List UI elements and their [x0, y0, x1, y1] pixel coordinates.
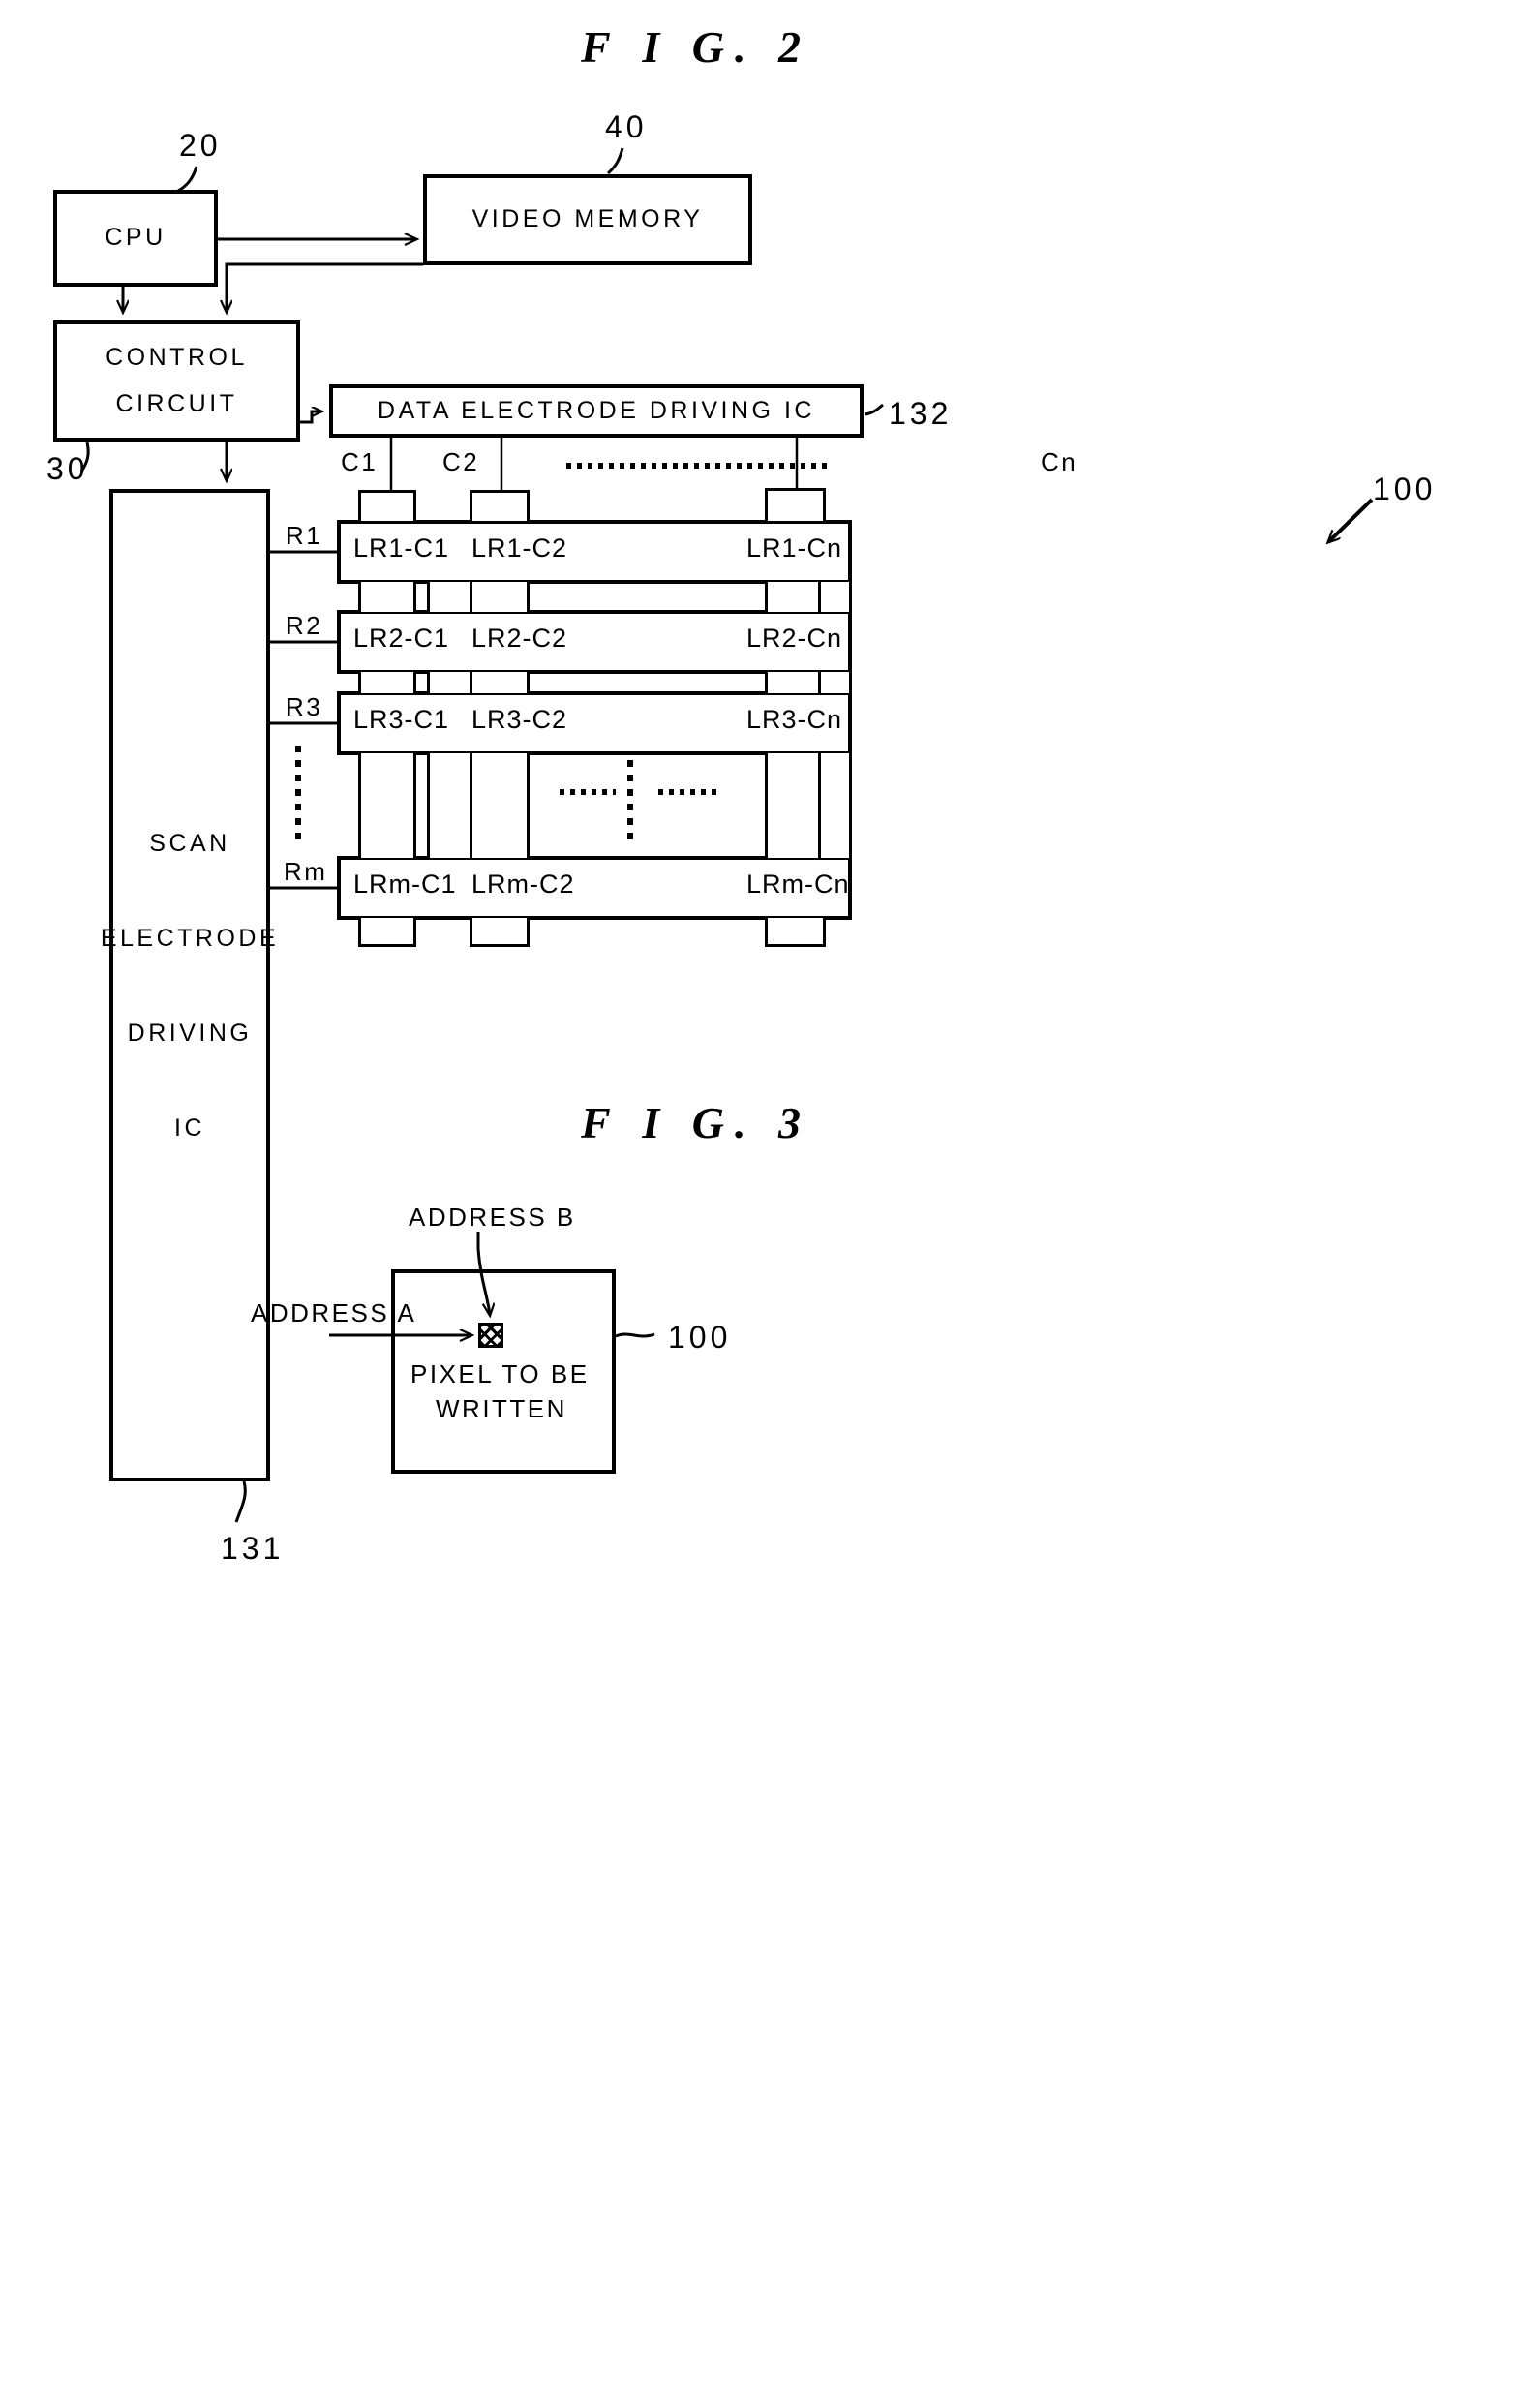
pixel-caption-line-2: WRITTEN: [436, 1394, 567, 1423]
panel-cell-lr3-c2: LR3-C2: [471, 705, 568, 734]
column-ellipsis-dots: [566, 463, 833, 469]
electrode-tab-c1-r3rm: [358, 753, 416, 858]
scan-driver-label-line-1: SCAN: [149, 829, 230, 857]
video-memory-block: VIDEO MEMORY: [423, 174, 752, 265]
cell-ellipsis-dots-right: [658, 789, 718, 795]
cpu-label: CPU: [105, 224, 167, 252]
electrode-tab-c1-r1r2: [358, 582, 416, 612]
panel-cell-lr2-c2: LR2-C2: [471, 624, 568, 653]
electrode-tab-c1-r2r3: [358, 672, 416, 693]
electrode-tab-c2-r3rm: [470, 753, 530, 858]
panel-cell-lr3-cn: LR3-Cn: [746, 705, 843, 734]
row-ellipsis-dots-left: [295, 746, 301, 842]
panel-cell-lr3-c1: LR3-C1: [353, 705, 450, 734]
row-ellipsis-dots-center: [627, 760, 633, 847]
row-label-r2: R2: [286, 611, 323, 640]
electrode-tab-cn-bottom: [765, 918, 826, 947]
panel-cell-lr1-cn: LR1-Cn: [746, 533, 843, 563]
leader-ref-20: [177, 166, 198, 193]
ref-131: 131: [221, 1531, 285, 1566]
row-label-rm: Rm: [284, 857, 328, 886]
pixel-to-be-written-marker: [478, 1323, 503, 1348]
electrode-tab-c1-bottom: [358, 918, 416, 947]
electrode-tab-gap1-r1r2: [427, 582, 474, 612]
address-a-label: ADDRESS A: [251, 1298, 417, 1327]
electrode-tab-gap1-r2r3: [427, 672, 474, 693]
panel-cell-lr2-cn: LR2-Cn: [746, 624, 843, 653]
electrode-tab-c1-top: [358, 490, 416, 521]
data-electrode-driving-ic-label: DATA ELECTRODE DRIVING IC: [378, 396, 815, 424]
leader-fig3-ref-100: [615, 1332, 655, 1338]
panel-cell-lrm-c2: LRm-C2: [471, 869, 575, 899]
electrode-tab-cn-r2r3: [765, 672, 826, 693]
column-label-Cn: Cn: [1041, 447, 1078, 476]
cpu-block: CPU: [53, 190, 218, 287]
figure-2-title: F I G. 2: [581, 22, 811, 72]
leader-ref-40: [606, 147, 624, 175]
panel-cell-lrm-cn: LRm-Cn: [746, 869, 850, 899]
leader-ref-131: [234, 1480, 247, 1523]
electrode-tab-cn-r3rm: [765, 753, 826, 858]
electrode-tab-gap2-r3rm: [818, 753, 852, 858]
ref-100-panel: 100: [1373, 472, 1437, 506]
control-circuit-block: CONTROL CIRCUIT: [53, 320, 300, 442]
arrow-ref-100: [1328, 498, 1374, 542]
ref-40: 40: [605, 109, 648, 144]
electrode-tab-cn-r1r2: [765, 582, 826, 612]
electrode-tab-cn-top: [765, 488, 826, 521]
scan-driver-label-line-2: ELECTRODE: [100, 924, 280, 952]
panel-cell-lr1-c2: LR1-C2: [471, 533, 568, 563]
patent-figure-page: F I G. 2 CPU 20 VIDEO MEMORY 40 CONTROL …: [0, 0, 1518, 2408]
fig3-ref-100: 100: [668, 1320, 732, 1355]
control-circuit-label: CONTROL CIRCUIT: [106, 344, 248, 417]
panel-cell-lrm-c1: LRm-C1: [353, 869, 457, 899]
ref-132: 132: [889, 396, 953, 431]
electrode-tab-c2-r1r2: [470, 582, 530, 612]
electrode-tab-c2-bottom: [470, 918, 530, 947]
data-electrode-driving-ic-block: DATA ELECTRODE DRIVING IC: [329, 384, 864, 438]
panel-cell-lr2-c1: LR2-C1: [353, 624, 450, 653]
scan-driver-label-line-3: DRIVING: [127, 1019, 253, 1047]
figure-3-title: F I G. 3: [581, 1098, 811, 1147]
electrode-tab-c2-r2r3: [470, 672, 530, 693]
link-control-circuit-to-data-driver: [300, 411, 321, 424]
electrode-tab-gap2-r1r2: [818, 582, 852, 612]
electrode-tab-c2-top: [470, 490, 530, 521]
ref-30: 30: [46, 451, 89, 486]
row-label-r3: R3: [286, 692, 323, 721]
electrode-tab-gap1-r3rm: [427, 753, 474, 858]
video-memory-label: VIDEO MEMORY: [471, 205, 704, 233]
link-video-memory-to-control-circuit: [227, 262, 423, 312]
row-label-r1: R1: [286, 521, 323, 550]
panel-cell-lr1-c1: LR1-C1: [353, 533, 450, 563]
scan-driver-label-line-4: IC: [174, 1113, 205, 1142]
ref-20: 20: [179, 128, 222, 163]
pixel-caption-line-1: PIXEL TO BE: [410, 1359, 590, 1388]
column-label-C2: C2: [442, 447, 480, 476]
address-b-label: ADDRESS B: [409, 1203, 576, 1232]
electrode-tab-gap2-r2r3: [818, 672, 852, 693]
leader-ref-132: [864, 403, 884, 416]
cell-ellipsis-dots-left: [560, 789, 616, 795]
column-label-C1: C1: [341, 447, 379, 476]
scan-electrode-driving-ic-block: SCAN ELECTRODE DRIVING IC: [101, 489, 276, 1481]
